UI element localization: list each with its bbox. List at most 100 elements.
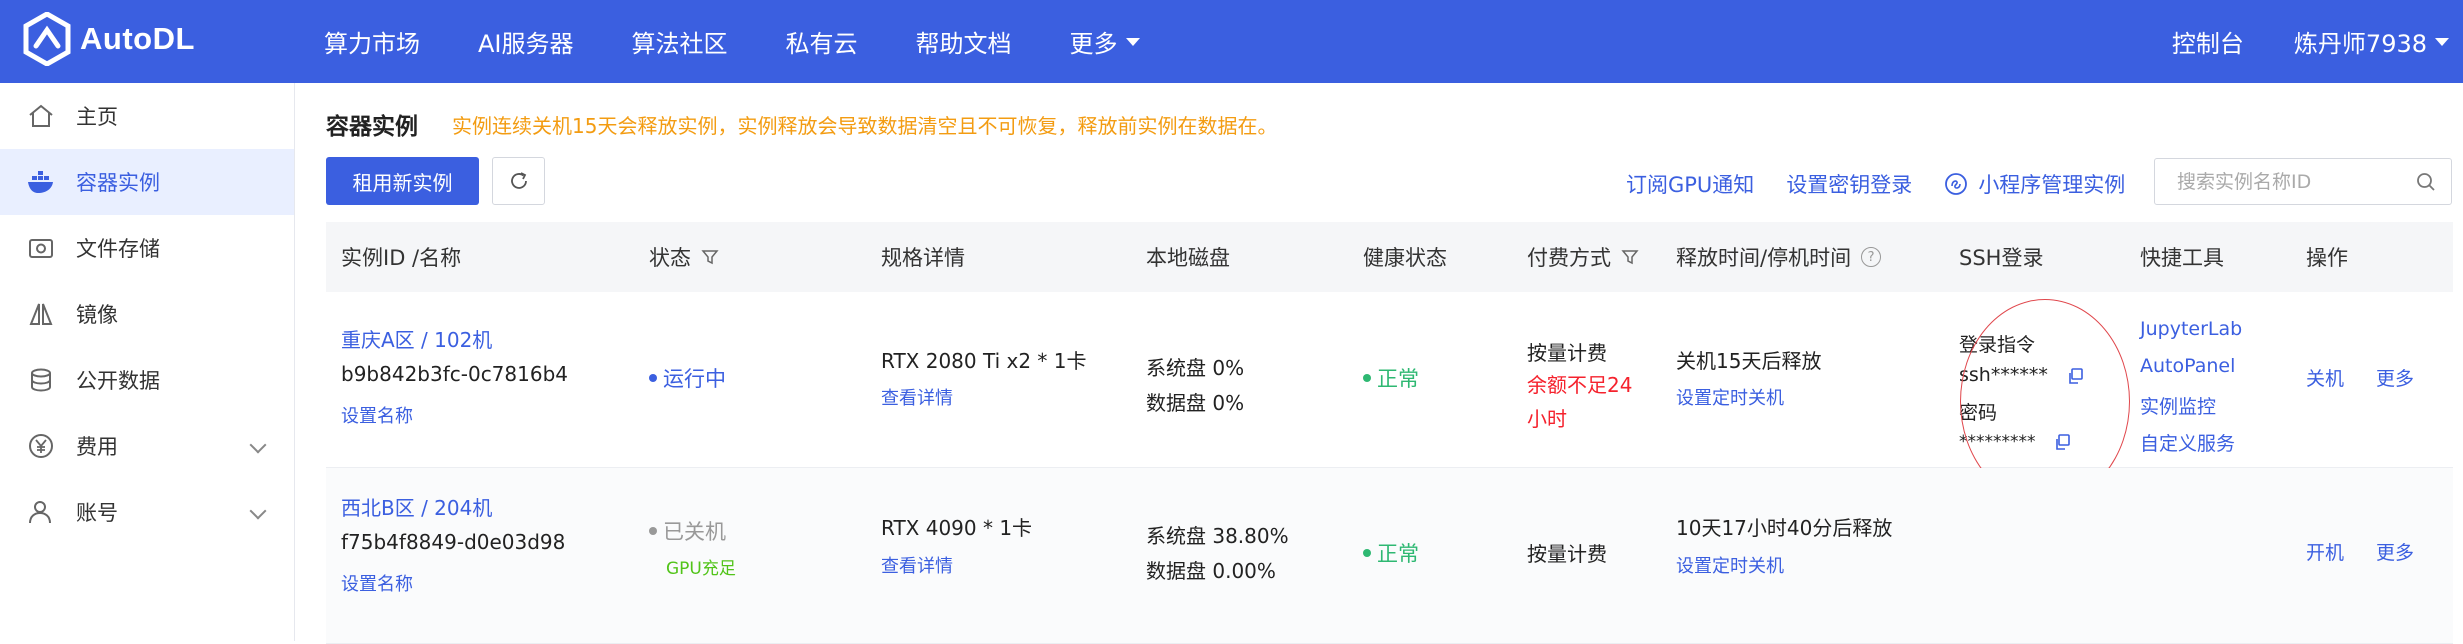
balance-warning: 余额不足24小时 xyxy=(1527,373,1633,431)
release-time: 关机15天后释放 xyxy=(1676,349,1822,373)
user-menu[interactable]: 炼丹师7938 xyxy=(2294,24,2449,59)
main-nav: 算力市场 AI服务器 算法社区 私有云 帮助文档 更多 xyxy=(324,0,1198,83)
page-title: 容器实例 xyxy=(326,114,418,140)
instance-id: b9b842b3fc-0c7816b4 xyxy=(341,362,569,386)
more-actions-button[interactable]: 更多 xyxy=(2376,364,2414,391)
set-scheduled-shutdown-link[interactable]: 设置定时关机 xyxy=(1676,552,1784,578)
console-link[interactable]: 控制台 xyxy=(2172,24,2244,59)
sidebar: 主页 容器实例 文件存储 镜像 公开数据 费用 账号 xyxy=(0,83,295,641)
ssh-command-label: 登录指令 xyxy=(1959,334,2036,356)
sidebar-item-file-storage[interactable]: 文件存储 xyxy=(0,215,294,281)
docker-icon xyxy=(26,167,56,197)
mirror-icon xyxy=(26,299,56,329)
sidebar-item-label: 文件存储 xyxy=(76,237,160,261)
logo[interactable]: AutoDL xyxy=(22,12,195,66)
col-status-label: 状态 xyxy=(649,246,691,270)
nav-compute-market[interactable]: 算力市场 xyxy=(324,24,420,59)
spec-detail-link[interactable]: 查看详情 xyxy=(881,384,953,410)
col-release-time: 释放时间/停机时间 ? xyxy=(1676,222,1882,292)
status-text: 运行中 xyxy=(663,367,726,391)
tool-custom-service-link[interactable]: 自定义服务 xyxy=(2140,429,2235,456)
autodl-logo-icon xyxy=(23,12,71,66)
miniprogram-link[interactable]: 小程序管理实例 xyxy=(1944,169,2125,199)
set-scheduled-shutdown-link[interactable]: 设置定时关机 xyxy=(1676,384,1784,410)
sidebar-item-images[interactable]: 镜像 xyxy=(0,281,294,347)
tool-jupyterlab-link[interactable]: JupyterLab xyxy=(2140,318,2242,340)
copy-icon[interactable] xyxy=(2066,367,2084,385)
top-right: 控制台 炼丹师7938 xyxy=(2172,0,2449,83)
spec-detail-link[interactable]: 查看详情 xyxy=(881,552,953,578)
rent-new-instance-button[interactable]: 租用新实例 xyxy=(326,157,479,205)
col-tools: 快捷工具 xyxy=(2140,246,2224,270)
health-status: 正常 xyxy=(1363,363,1419,393)
sidebar-item-label: 费用 xyxy=(76,435,118,459)
help-icon[interactable]: ? xyxy=(1861,247,1882,267)
col-disk: 本地磁盘 xyxy=(1146,246,1230,270)
col-instance-id: 实例ID /名称 xyxy=(341,246,462,270)
col-health: 健康状态 xyxy=(1363,246,1447,270)
instance-region-link[interactable]: 重庆A区 / 102机 xyxy=(341,324,492,353)
nav-private-cloud[interactable]: 私有云 xyxy=(786,24,858,59)
refresh-button[interactable] xyxy=(492,157,545,205)
health-text: 正常 xyxy=(1377,367,1419,391)
table-row: 西北B区 / 204机 f75b4f8849-d0e03d98 设置名称 已关机… xyxy=(326,468,2453,644)
search-input[interactable] xyxy=(2155,159,2395,204)
ssh-password: ********* xyxy=(1959,432,2036,452)
instance-region-link[interactable]: 西北B区 / 204机 xyxy=(341,492,492,521)
col-ssh: SSH登录 xyxy=(1959,246,2044,270)
ssh-command: ssh****** xyxy=(1959,364,2048,386)
filter-icon[interactable] xyxy=(701,248,719,266)
set-key-login-link[interactable]: 设置密钥登录 xyxy=(1786,169,1912,199)
copy-icon[interactable] xyxy=(2053,433,2071,451)
caret-down-icon xyxy=(2435,37,2449,46)
sidebar-item-account[interactable]: 账号 xyxy=(0,479,294,545)
status-dot xyxy=(649,374,657,382)
shutdown-button[interactable]: 关机 xyxy=(2306,364,2344,391)
sidebar-item-public-data[interactable]: 公开数据 xyxy=(0,347,294,413)
tool-autopanel-link[interactable]: AutoPanel xyxy=(2140,355,2235,377)
refresh-icon xyxy=(510,172,527,189)
sidebar-item-label: 账号 xyxy=(76,501,118,525)
status-dot xyxy=(649,527,657,535)
set-name-link[interactable]: 设置名称 xyxy=(341,570,413,596)
table-header: 实例ID /名称 状态 规格详情 本地磁盘 健康状态 付费方式 释放时间/停机时… xyxy=(326,222,2453,292)
col-status[interactable]: 状态 xyxy=(649,222,719,292)
nav-more-label: 更多 xyxy=(1069,30,1118,58)
status-badge: 已关机 xyxy=(649,516,726,546)
sidebar-item-container-instances[interactable]: 容器实例 xyxy=(0,149,294,215)
release-time: 10天17小时40分后释放 xyxy=(1676,516,1893,540)
ssh-command-row: ssh****** xyxy=(1959,364,2084,386)
health-status: 正常 xyxy=(1363,538,1419,568)
col-spec: 规格详情 xyxy=(881,246,965,270)
caret-down-icon xyxy=(1125,37,1140,46)
nav-help-docs[interactable]: 帮助文档 xyxy=(916,24,1012,59)
logo-text: AutoDL xyxy=(80,21,195,56)
table-row: 重庆A区 / 102机 b9b842b3fc-0c7816b4 设置名称 运行中… xyxy=(326,292,2453,504)
top-navbar: AutoDL 算力市场 AI服务器 算法社区 私有云 帮助文档 更多 控制台 炼… xyxy=(0,0,2463,83)
col-actions: 操作 xyxy=(2306,246,2348,270)
subscribe-gpu-link[interactable]: 订阅GPU通知 xyxy=(1626,169,1754,199)
col-release-label: 释放时间/停机时间 xyxy=(1676,246,1852,270)
set-name-link[interactable]: 设置名称 xyxy=(341,402,413,428)
username: 炼丹师7938 xyxy=(2293,30,2427,58)
data-disk: 数据盘 0.00% xyxy=(1146,559,1276,583)
instance-table: 实例ID /名称 状态 规格详情 本地磁盘 健康状态 付费方式 释放时间/停机时… xyxy=(326,222,2453,644)
power-on-button[interactable]: 开机 xyxy=(2306,538,2344,565)
filter-icon[interactable] xyxy=(1621,248,1639,266)
yen-icon xyxy=(26,431,56,461)
nav-ai-server[interactable]: AI服务器 xyxy=(478,24,574,59)
user-icon xyxy=(26,497,56,527)
sidebar-item-home[interactable]: 主页 xyxy=(0,83,294,149)
nav-more[interactable]: 更多 xyxy=(1070,24,1140,59)
tool-monitor-link[interactable]: 实例监控 xyxy=(2140,392,2216,419)
spec-text: RTX 4090 * 1卡 xyxy=(881,516,1033,540)
storage-icon xyxy=(26,233,56,263)
sidebar-item-billing[interactable]: 费用 xyxy=(0,413,294,479)
sidebar-item-label: 公开数据 xyxy=(76,369,160,393)
status-badge: 运行中 xyxy=(649,363,726,393)
sidebar-item-label: 容器实例 xyxy=(76,171,160,195)
more-actions-button[interactable]: 更多 xyxy=(2376,538,2414,565)
search-icon[interactable] xyxy=(2415,171,2437,193)
nav-algorithm-community[interactable]: 算法社区 xyxy=(632,24,728,59)
col-billing[interactable]: 付费方式 xyxy=(1527,222,1639,292)
